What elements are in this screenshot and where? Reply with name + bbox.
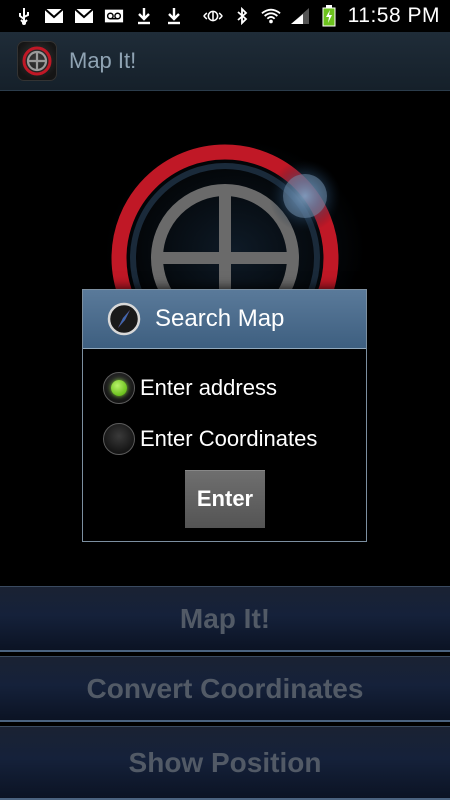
usb-icon	[14, 7, 34, 25]
option-enter-coordinates[interactable]: Enter Coordinates	[103, 423, 317, 455]
map-it-button[interactable]: Map It!	[0, 586, 450, 652]
option-label: Enter address	[140, 375, 277, 400]
download-icon	[164, 7, 184, 25]
compass-icon	[107, 302, 141, 336]
gmail-icon	[74, 7, 94, 25]
status-time: 11:58 PM	[347, 4, 440, 27]
search-map-dialog: Search Map Enter address Enter Coordinat…	[82, 289, 367, 542]
download-icon	[134, 7, 154, 25]
radio-button[interactable]	[103, 423, 135, 455]
enter-button[interactable]: Enter	[185, 470, 265, 528]
bluetooth-icon	[232, 7, 252, 25]
gmail-icon	[44, 7, 64, 25]
radio-button-selected[interactable]	[103, 372, 135, 404]
voicemail-icon	[104, 7, 124, 25]
dialog-title: Search Map	[155, 305, 285, 332]
system-icons: 11:58 PM	[202, 0, 440, 32]
action-bar: Map It!	[0, 32, 450, 91]
show-position-button[interactable]: Show Position	[0, 726, 450, 800]
app-logo-icon[interactable]	[17, 41, 57, 81]
option-enter-address[interactable]: Enter address	[103, 372, 277, 404]
convert-coordinates-button[interactable]: Convert Coordinates	[0, 656, 450, 722]
radio-dot	[111, 380, 127, 396]
app-title: Map It!	[69, 48, 137, 73]
wifi-icon	[261, 7, 281, 25]
option-label: Enter Coordinates	[140, 426, 318, 451]
battery-charging-icon	[319, 5, 339, 27]
nfc-icon	[202, 7, 223, 25]
notification-icons	[0, 7, 184, 25]
dialog-header: Search Map	[83, 290, 366, 349]
signal-icon	[290, 7, 310, 25]
status-bar: 11:58 PM	[0, 0, 450, 32]
